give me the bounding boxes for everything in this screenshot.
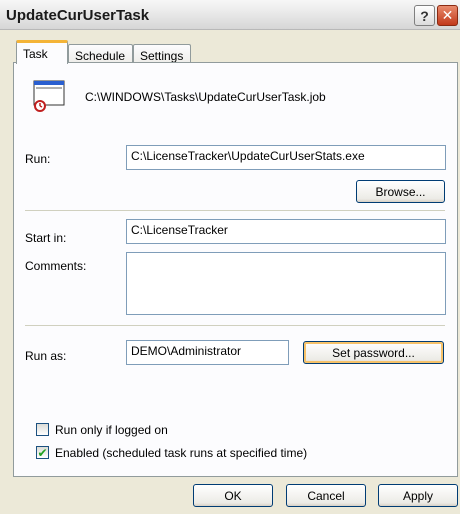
ok-button[interactable]: OK (193, 484, 273, 507)
run-label: Run: (25, 152, 51, 166)
start-in-label: Start in: (25, 231, 67, 245)
scheduled-task-icon (33, 80, 65, 112)
run-as-label: Run as: (25, 349, 67, 363)
checkmark-icon: ✔ (37, 445, 48, 460)
set-password-button[interactable]: Set password... (303, 341, 444, 364)
enabled-label: Enabled (scheduled task runs at specifie… (55, 446, 308, 460)
enabled-checkbox[interactable]: ✔ (36, 446, 49, 459)
tab-label: Settings (140, 48, 184, 63)
apply-button[interactable]: Apply (378, 484, 458, 507)
start-in-field[interactable]: C:\LicenseTracker (126, 219, 446, 244)
job-file-path: C:\WINDOWS\Tasks\UpdateCurUserTask.job (85, 90, 326, 104)
help-button[interactable]: ? (414, 5, 435, 26)
tab-label: Schedule (75, 48, 126, 63)
comments-label: Comments: (25, 259, 87, 273)
help-icon: ? (420, 7, 429, 24)
browse-button[interactable]: Browse... (356, 180, 445, 203)
run-field[interactable]: C:\LicenseTracker\UpdateCurUserStats.exe (126, 145, 446, 170)
close-button[interactable]: ✕ (437, 5, 458, 26)
run-as-field[interactable]: DEMO\Administrator (126, 340, 289, 365)
tab-task[interactable]: Task (16, 40, 68, 64)
cancel-button[interactable]: Cancel (286, 484, 366, 507)
run-only-logged-on-checkbox[interactable] (36, 423, 49, 436)
close-icon: ✕ (441, 7, 454, 23)
divider (25, 210, 445, 211)
run-only-logged-on-label: Run only if logged on (55, 423, 168, 437)
divider (25, 325, 445, 326)
window-title: UpdateCurUserTask (6, 7, 150, 24)
title-bar[interactable]: UpdateCurUserTask ? ✕ (0, 0, 460, 30)
tab-label: Task (23, 46, 48, 61)
comments-field[interactable] (126, 252, 446, 315)
